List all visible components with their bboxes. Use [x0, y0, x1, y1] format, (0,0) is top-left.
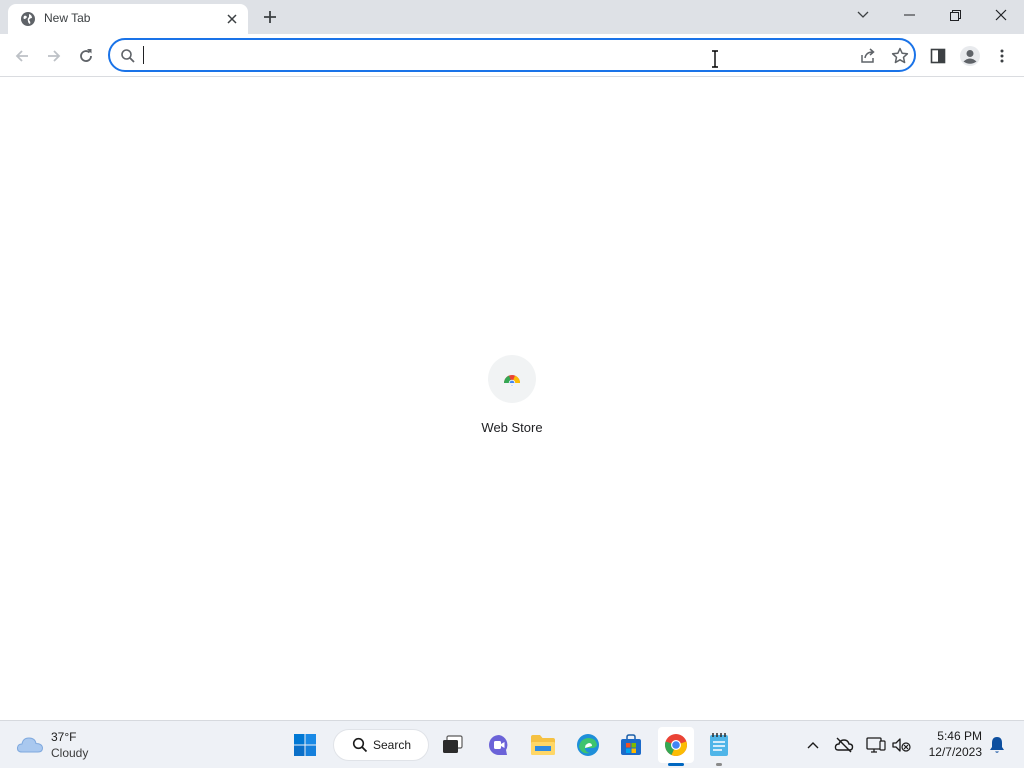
forward-arrow-icon	[48, 50, 61, 62]
side-panel-button[interactable]	[924, 42, 952, 70]
title-bar: New Tab	[0, 0, 1024, 34]
back-button[interactable]	[8, 42, 36, 70]
close-window-button[interactable]	[978, 0, 1024, 30]
shortcut-label: Web Store	[481, 420, 543, 435]
star-icon[interactable]	[890, 46, 910, 66]
start-button[interactable]	[287, 727, 323, 763]
tab-new-tab[interactable]: New Tab	[8, 4, 248, 34]
minimize-icon	[903, 14, 915, 16]
new-tab-button[interactable]	[258, 6, 282, 28]
file-explorer-button[interactable]	[525, 727, 561, 763]
volume-muted-icon	[892, 738, 911, 752]
side-panel-icon	[930, 48, 946, 64]
notepad-icon	[710, 733, 728, 756]
browser-toolbar	[0, 34, 1024, 77]
task-view-button[interactable]	[435, 727, 471, 763]
reload-icon	[80, 49, 92, 62]
chrome-running-indicator	[668, 763, 684, 766]
profile-button[interactable]	[956, 42, 984, 70]
display-tray-button[interactable]	[866, 735, 886, 755]
shortcut-web-store[interactable]: Web Store	[472, 355, 552, 439]
restore-button[interactable]	[932, 0, 978, 30]
edge-button[interactable]	[570, 727, 606, 763]
close-icon	[995, 9, 1007, 21]
text-cursor-icon	[712, 50, 718, 68]
address-input[interactable]	[142, 44, 842, 66]
tab-search-button[interactable]	[840, 0, 886, 30]
chrome-icon	[665, 734, 687, 756]
cloud-icon	[16, 737, 44, 753]
shortcut-icon-circle	[488, 355, 536, 403]
chrome-web-store-icon	[504, 375, 520, 387]
notification-button[interactable]	[987, 735, 1007, 755]
back-arrow-icon	[15, 50, 28, 62]
notepad-running-indicator	[716, 763, 722, 766]
taskbar-search-label: Search	[373, 738, 412, 752]
text-caret	[143, 46, 144, 64]
edge-icon	[577, 734, 599, 756]
search-icon	[121, 49, 135, 63]
menu-dots-icon	[1000, 49, 1004, 63]
new-tab-page: Web Store	[0, 50, 1024, 720]
menu-button[interactable]	[988, 42, 1016, 70]
share-icon[interactable]	[858, 46, 878, 66]
show-hidden-icons-button[interactable]	[803, 735, 823, 755]
chrome-button[interactable]	[658, 727, 694, 763]
clock-date[interactable]: 12/7/2023	[920, 745, 982, 759]
display-icon	[866, 737, 886, 753]
task-view-icon	[443, 735, 463, 753]
chevron-up-icon	[807, 742, 819, 749]
clock-time[interactable]: 5:46 PM	[920, 729, 982, 743]
taskbar-search[interactable]: Search	[333, 729, 429, 761]
globe-icon	[21, 12, 35, 26]
volume-tray-button[interactable]	[892, 735, 912, 755]
notification-bell-icon	[990, 737, 1004, 753]
weather-condition: Cloudy	[51, 746, 89, 760]
teams-chat-button[interactable]	[481, 727, 517, 763]
profile-icon	[960, 46, 980, 66]
address-bar[interactable]	[108, 38, 916, 72]
close-icon	[227, 14, 237, 24]
teams-chat-icon	[489, 735, 508, 755]
weather-temperature: 37°F	[51, 730, 77, 744]
restore-icon	[949, 9, 961, 21]
onedrive-offline-icon	[834, 737, 854, 753]
taskbar: 37°F Cloudy Search 5:46 PM 12/7/2023	[0, 720, 1024, 768]
plus-icon	[264, 11, 276, 23]
microsoft-store-icon	[621, 734, 641, 755]
weather-widget[interactable]: 37°F Cloudy	[16, 729, 136, 761]
microsoft-store-button[interactable]	[613, 727, 649, 763]
search-icon	[352, 737, 368, 753]
forward-button[interactable]	[40, 42, 68, 70]
reload-button[interactable]	[72, 42, 100, 70]
tab-close-button[interactable]	[222, 9, 242, 29]
minimize-button[interactable]	[886, 0, 932, 30]
file-explorer-icon	[531, 735, 555, 755]
tab-title: New Tab	[44, 11, 91, 25]
start-windows-icon	[294, 734, 316, 756]
notepad-button[interactable]	[701, 727, 737, 763]
onedrive-tray-button[interactable]	[834, 735, 854, 755]
tab-search-chevron-icon	[857, 11, 869, 18]
